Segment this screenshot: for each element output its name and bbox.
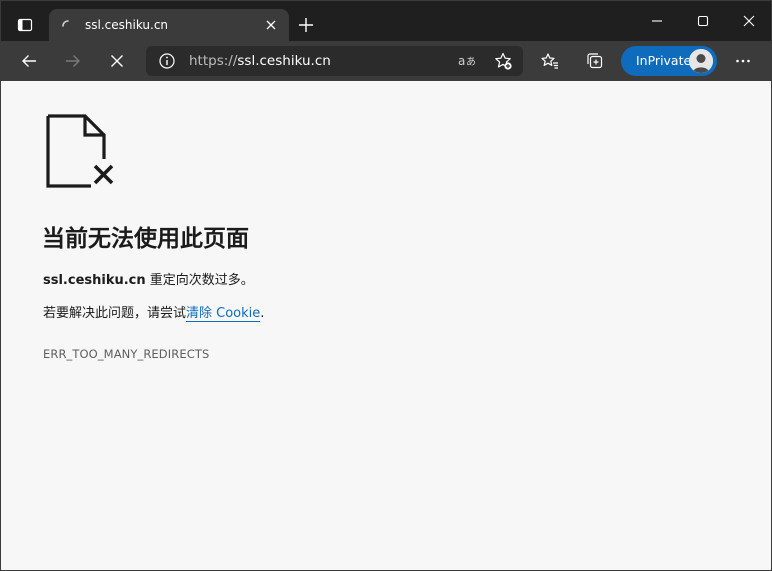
tab-close-button[interactable] [263, 17, 279, 33]
info-icon [159, 53, 175, 69]
url-text[interactable]: https://ssl.ceshiku.cn [189, 53, 331, 69]
error-suggestion: 若要解决此问题，请尝试清除 Cookie. [43, 305, 264, 323]
back-button[interactable] [19, 51, 39, 71]
favorites-icon [541, 53, 558, 69]
error-description: ssl.ceshiku.cn 重定向次数过多。 [43, 272, 254, 290]
new-tab-button[interactable] [297, 16, 315, 34]
document-error-icon [45, 113, 117, 189]
plus-icon [299, 18, 313, 32]
error-message: 重定向次数过多。 [145, 273, 254, 288]
inprivate-profile-button[interactable]: InPrivate [621, 46, 717, 76]
tab-actions-icon [17, 17, 33, 33]
svg-text:あ: あ [466, 56, 476, 68]
favorites-button[interactable] [540, 51, 560, 71]
url-scheme: https:// [189, 53, 238, 69]
collections-button[interactable] [585, 51, 605, 71]
more-icon [736, 59, 750, 63]
stop-icon [111, 55, 123, 67]
avatar-icon [689, 49, 713, 73]
address-bar[interactable]: https://ssl.ceshiku.cn a あ [146, 46, 523, 76]
error-title: 当前无法使用此页面 [42, 226, 249, 252]
url-host: ssl.ceshiku.cn [237, 53, 331, 69]
close-icon [743, 15, 755, 27]
suggestion-prefix: 若要解决此问题，请尝试 [43, 306, 187, 321]
loading-spinner-icon [59, 17, 75, 33]
tab-active[interactable]: ssl.ceshiku.cn [49, 9, 289, 41]
maximize-button[interactable] [693, 11, 713, 31]
error-code: ERR_TOO_MANY_REDIRECTS [43, 347, 210, 361]
read-aloud-button[interactable]: a あ [457, 52, 477, 70]
collections-icon [587, 53, 603, 69]
close-icon [266, 20, 276, 30]
error-host: ssl.ceshiku.cn [43, 273, 146, 288]
page-content: 当前无法使用此页面 ssl.ceshiku.cn 重定向次数过多。 若要解决此问… [1, 81, 771, 570]
tab-title: ssl.ceshiku.cn [85, 18, 169, 32]
navigation-toolbar: https://ssl.ceshiku.cn a あ InPrivate [1, 41, 771, 81]
suggestion-suffix: . [260, 306, 265, 321]
site-info-button[interactable] [158, 52, 176, 70]
add-favorite-button[interactable] [493, 51, 513, 71]
browser-window: ssl.ceshiku.cn https://ssl.ceshiku.cn a … [0, 0, 772, 571]
tab-actions-button[interactable] [11, 11, 39, 39]
settings-more-button[interactable] [733, 51, 753, 71]
arrow-right-icon [66, 55, 80, 67]
read-aloud-icon: a あ [458, 54, 476, 68]
minimize-button[interactable] [647, 11, 667, 31]
star-add-icon [495, 52, 512, 70]
arrow-left-icon [22, 55, 36, 67]
window-close-button[interactable] [739, 11, 759, 31]
svg-text:a: a [458, 54, 465, 68]
title-bar: ssl.ceshiku.cn [1, 1, 771, 41]
forward-button[interactable] [63, 51, 83, 71]
maximize-icon [697, 15, 709, 27]
inprivate-label: InPrivate [636, 53, 692, 68]
stop-loading-button[interactable] [107, 51, 127, 71]
clear-cookies-link[interactable]: 清除 Cookie [186, 306, 261, 322]
minimize-icon [652, 20, 662, 22]
